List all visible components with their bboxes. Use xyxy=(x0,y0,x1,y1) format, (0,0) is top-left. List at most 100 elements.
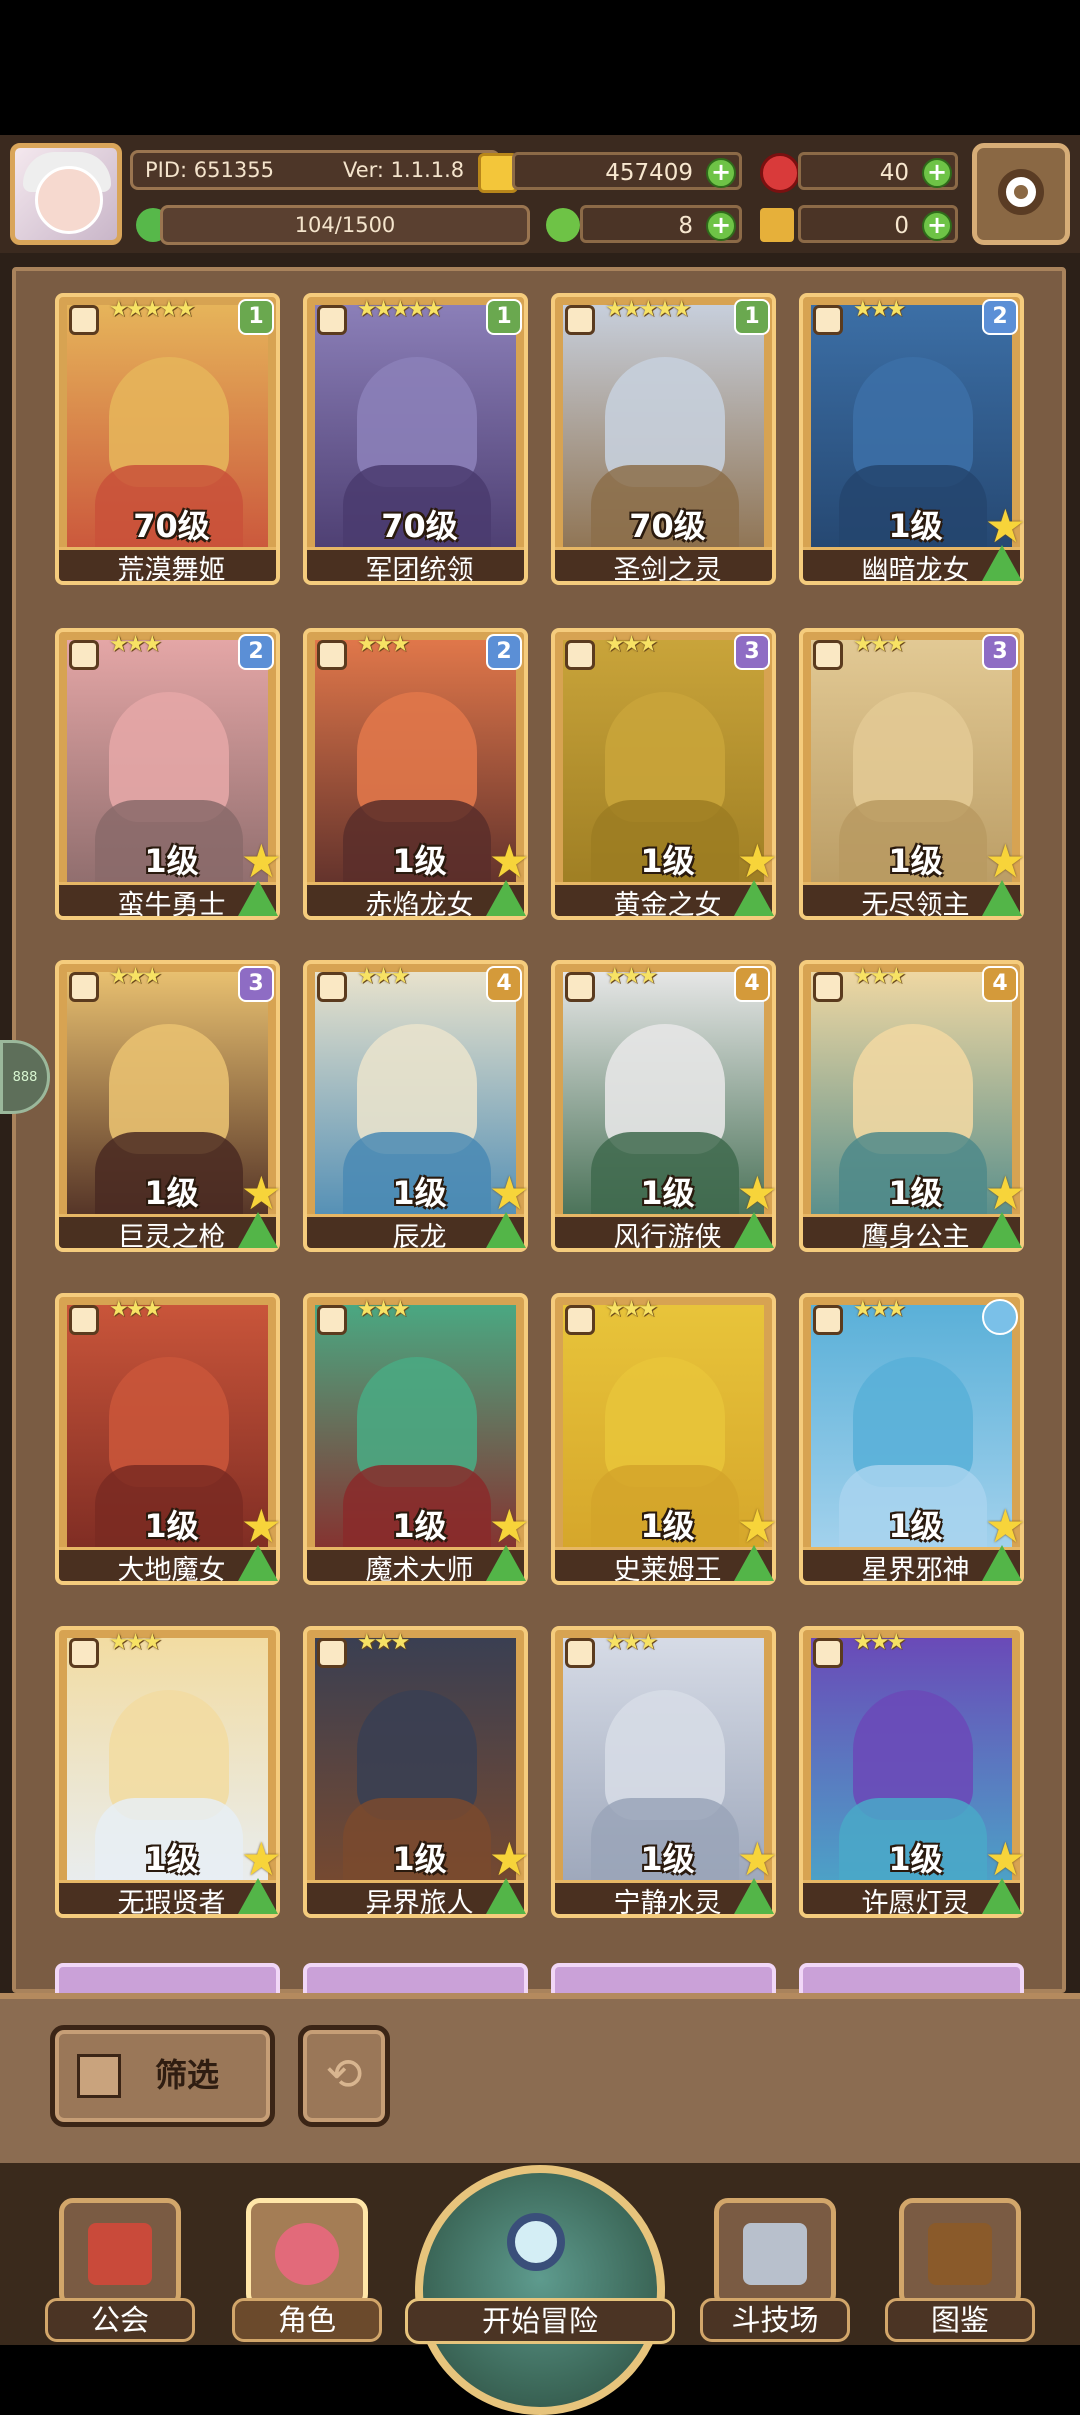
character-name: 荒漠舞姬 xyxy=(59,547,276,581)
tier-badge: 2 xyxy=(486,634,522,670)
rarity-stars: ★★★ xyxy=(853,964,906,989)
character-card[interactable]: ★★★ 1级 许愿灯灵 ★ xyxy=(799,1626,1026,1938)
card-frame: ★★★★★ 1 70级 荒漠舞姬 xyxy=(55,293,280,585)
rarity-stars: ★★★ xyxy=(109,632,162,657)
energy-bar: 104/1500 xyxy=(160,205,530,245)
game-version: Ver: 1.1.1.8 xyxy=(343,158,465,182)
rarity-stars: ★★★ xyxy=(357,632,410,657)
character-card[interactable]: ★★★ 4 1级 鹰身公主 ★ xyxy=(799,960,1026,1272)
character-card[interactable]: ★★★ 4 1级 辰龙 ★ xyxy=(303,960,530,1272)
bow-icon xyxy=(813,972,843,1002)
character-level: 70级 xyxy=(629,507,706,545)
rarity-stars: ★★★ xyxy=(109,964,162,989)
codex-icon-box xyxy=(899,2198,1021,2308)
sword-icon xyxy=(317,305,347,335)
character-card[interactable]: ★★★ 1级 异界旅人 ★ xyxy=(303,1626,530,1938)
rarity-stars: ★★★ xyxy=(853,632,906,657)
level-up-arrow-icon xyxy=(734,1545,774,1581)
card-peek xyxy=(303,1963,528,1993)
level-up-arrow-icon xyxy=(982,1545,1022,1581)
character-card[interactable]: ★★★ 1级 无瑕贤者 ★ xyxy=(55,1626,282,1938)
start-adventure-label: 开始冒险 xyxy=(405,2298,675,2344)
level-up-arrow-icon xyxy=(982,1212,1022,1248)
status-bar xyxy=(0,0,1080,135)
character-card[interactable]: ★★★ 1级 魔术大师 ★ xyxy=(303,1293,530,1605)
nav-codex-label: 图鉴 xyxy=(885,2298,1035,2342)
card-frame: ★★★★★ 1 70级 军团统领 xyxy=(303,293,528,585)
crossed-swords-icon xyxy=(743,2223,807,2285)
rarity-stars: ★★★ xyxy=(357,964,410,989)
filter-label: 筛选 xyxy=(155,2056,220,2094)
tier-badge: 2 xyxy=(238,634,274,670)
staff-icon xyxy=(813,1305,843,1335)
staff-icon xyxy=(317,1305,347,1335)
card-frame: ★★★★★ 1 70级 圣剑之灵 xyxy=(551,293,776,585)
add-gems-button[interactable]: + xyxy=(922,158,952,188)
cross-icon xyxy=(813,1638,843,1668)
nav-arena-label: 斗技场 xyxy=(700,2298,850,2342)
tier-badge: 1 xyxy=(734,299,770,335)
nav-arena[interactable]: 斗技场 xyxy=(700,2198,850,2345)
adventure-map-icon xyxy=(415,2165,665,2415)
character-card[interactable]: ★★★ 2 1级 蛮牛勇士 ★ xyxy=(55,628,282,940)
character-card[interactable]: ★★★ 4 1级 风行游侠 ★ xyxy=(551,960,778,1272)
card-peek xyxy=(551,1963,776,1993)
character-card[interactable]: ★★★ 3 1级 巨灵之枪 ★ xyxy=(55,960,282,1272)
character-card[interactable]: ★★★ 1级 史莱姆王 ★ xyxy=(551,1293,778,1605)
character-card[interactable]: ★★★ 3 1级 无尽领主 ★ xyxy=(799,628,1026,940)
character-name: 圣剑之灵 xyxy=(555,547,772,581)
card-peek xyxy=(799,1963,1024,1993)
nav-guild[interactable]: 公会 xyxy=(45,2198,195,2345)
lucky-clover-icon xyxy=(546,208,580,242)
character-card[interactable]: ★★★ 1级 宁静水灵 ★ xyxy=(551,1626,778,1938)
rarity-stars: ★★★ xyxy=(109,1297,162,1322)
guild-icon xyxy=(88,2223,152,2285)
player-info-bar: PID: 651355 Ver: 1.1.1.8 xyxy=(130,150,500,190)
character-card[interactable]: ★★★ 1级 星界邪神 ★ xyxy=(799,1293,1026,1605)
reset-filter-button[interactable]: ⟲ xyxy=(298,2025,390,2127)
tier-badge: 4 xyxy=(734,966,770,1002)
settings-button[interactable] xyxy=(972,143,1070,245)
character-card[interactable]: ★★★★★ 1 70级 荒漠舞姬 xyxy=(55,293,280,605)
character-card[interactable]: ★★★ 2 1级 幽暗龙女 ★ xyxy=(799,293,1026,605)
add-clover-button[interactable]: + xyxy=(706,211,736,241)
guild-icon-box xyxy=(59,2198,181,2308)
cross-icon xyxy=(565,1638,595,1668)
character-card[interactable]: ★★★ 2 1级 赤焰龙女 ★ xyxy=(303,628,530,940)
sword-icon xyxy=(565,305,595,335)
grid-icon xyxy=(77,2054,121,2098)
tier-badge: 1 xyxy=(238,299,274,335)
wand-icon xyxy=(69,305,99,335)
rarity-stars: ★★★★★ xyxy=(109,297,196,322)
cross-icon xyxy=(69,1638,99,1668)
nav-codex[interactable]: 图鉴 xyxy=(885,2198,1035,2345)
rarity-stars: ★★★ xyxy=(853,1630,906,1655)
character-name: 军团统领 xyxy=(307,547,524,581)
start-adventure-button[interactable]: 开始冒险 xyxy=(405,2155,675,2415)
rarity-stars: ★★★★★ xyxy=(605,297,692,322)
rarity-stars: ★★★ xyxy=(605,1297,658,1322)
character-card[interactable]: ★★★★★ 1 70级 圣剑之灵 xyxy=(551,293,776,605)
tier-badge: 3 xyxy=(982,634,1018,670)
character-card[interactable]: ★★★ 3 1级 黄金之女 ★ xyxy=(551,628,778,940)
nav-character[interactable]: 角色 xyxy=(232,2198,382,2345)
add-keys-button[interactable]: + xyxy=(922,211,952,241)
bow-icon xyxy=(565,972,595,1002)
character-card[interactable]: ★★★★★ 1 70级 军团统领 xyxy=(303,293,528,605)
level-up-arrow-icon xyxy=(238,880,278,916)
rarity-stars: ★★★ xyxy=(605,632,658,657)
energy-value: 104/1500 xyxy=(294,213,396,237)
staff-icon xyxy=(69,1305,99,1335)
tier-badge: 1 xyxy=(486,299,522,335)
rarity-stars: ★★★ xyxy=(109,1630,162,1655)
character-card[interactable]: ★★★ 1级 大地魔女 ★ xyxy=(55,1293,282,1605)
add-gold-button[interactable]: + xyxy=(706,158,736,188)
rarity-stars: ★★★ xyxy=(357,1630,410,1655)
key-icon xyxy=(760,208,794,242)
filter-button[interactable]: 筛选 xyxy=(50,2025,275,2127)
tier-badge: 3 xyxy=(734,634,770,670)
player-avatar[interactable] xyxy=(10,143,122,245)
level-up-arrow-icon xyxy=(238,1545,278,1581)
nav-guild-label: 公会 xyxy=(45,2298,195,2342)
level-up-arrow-icon xyxy=(734,1878,774,1914)
